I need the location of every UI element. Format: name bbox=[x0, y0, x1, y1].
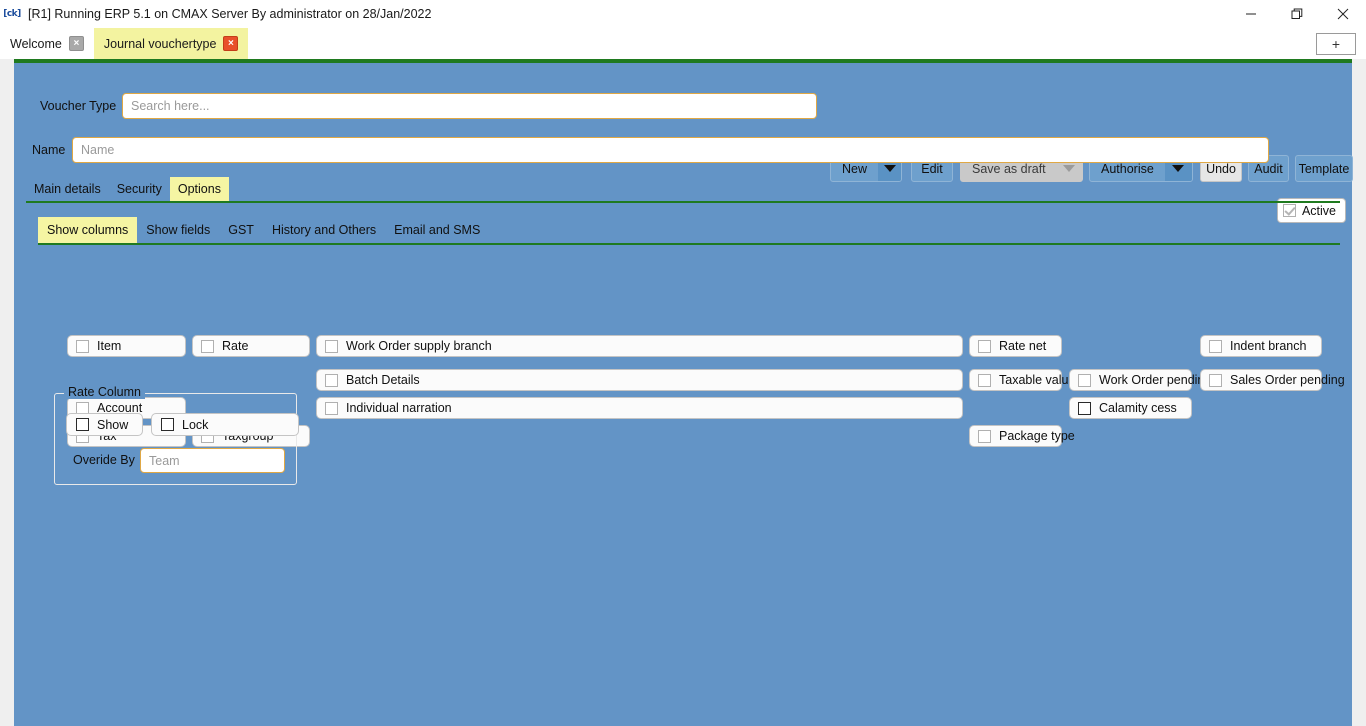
tab-show-fields[interactable]: Show fields bbox=[137, 217, 219, 243]
option-checkbox-label: Package type bbox=[999, 429, 1075, 443]
tab-history-and-others[interactable]: History and Others bbox=[263, 217, 385, 243]
option-checkbox-label: Work Order supply branch bbox=[346, 339, 492, 353]
app-icon: [ck] bbox=[3, 9, 21, 19]
option-checkbox-label: Item bbox=[97, 339, 122, 353]
option-checkbox[interactable]: Indent branch bbox=[1200, 335, 1322, 357]
rate-column-lock-label: Lock bbox=[182, 417, 209, 432]
tab-show-columns[interactable]: Show columns bbox=[38, 217, 138, 243]
checkbox-icon[interactable] bbox=[1078, 373, 1091, 387]
option-checkbox-label: Batch Details bbox=[346, 373, 420, 387]
overide-by-label: Overide By bbox=[73, 453, 135, 467]
tab-options[interactable]: Options bbox=[169, 177, 229, 201]
option-checkbox[interactable]: Item bbox=[67, 335, 186, 357]
checkbox-icon[interactable] bbox=[201, 339, 214, 353]
tab-gst[interactable]: GST bbox=[219, 217, 263, 243]
option-checkbox[interactable]: Sales Order pending bbox=[1200, 369, 1345, 391]
document-tab-label: Welcome bbox=[10, 36, 62, 51]
voucher-type-input[interactable]: Search here... bbox=[122, 93, 817, 119]
checkbox-icon[interactable] bbox=[161, 418, 174, 431]
document-tab-journal-vouchertype[interactable]: Journal vouchertype × bbox=[93, 28, 249, 59]
tab-main-details[interactable]: Main details bbox=[26, 177, 109, 201]
window-title-bar: [ck] [R1] Running ERP 5.1 on CMAX Server… bbox=[0, 0, 1366, 28]
document-tab-welcome[interactable]: Welcome × bbox=[0, 28, 94, 59]
option-checkbox[interactable]: Calamity cess bbox=[1069, 397, 1192, 419]
option-checkbox[interactable]: Individual narration bbox=[316, 397, 963, 419]
option-checkbox[interactable]: Taxable value bbox=[969, 369, 1075, 391]
option-checkbox-label: Indent branch bbox=[1230, 339, 1307, 353]
name-input[interactable]: Name bbox=[72, 137, 1269, 163]
rate-column-group: Rate Column Show Lock Overide By Team bbox=[54, 385, 299, 485]
new-tab-button[interactable]: + bbox=[1316, 33, 1356, 55]
close-tab-icon[interactable]: × bbox=[68, 36, 84, 51]
rate-column-group-title: Rate Column bbox=[64, 385, 145, 399]
main-tab-bar: Main details Security Options bbox=[26, 174, 1340, 203]
name-label: Name bbox=[32, 143, 66, 157]
rate-column-show-checkbox[interactable]: Show bbox=[66, 413, 143, 436]
checkbox-icon[interactable] bbox=[325, 339, 338, 353]
checkbox-icon[interactable] bbox=[76, 418, 89, 431]
checkbox-icon[interactable] bbox=[76, 339, 89, 353]
window-controls bbox=[1228, 0, 1366, 28]
checkbox-icon[interactable] bbox=[1209, 373, 1222, 387]
checkbox-icon[interactable] bbox=[1078, 401, 1091, 415]
document-tab-strip: Welcome × Journal vouchertype × + bbox=[0, 28, 1366, 59]
option-checkbox[interactable]: Work Order pending bbox=[1069, 369, 1211, 391]
option-checkbox-label: Rate net bbox=[999, 339, 1047, 353]
form-panel: Voucher Type Search here... New Edit Sav… bbox=[14, 59, 1353, 726]
option-checkbox[interactable]: Batch Details bbox=[316, 369, 963, 391]
option-checkbox-label: Sales Order pending bbox=[1230, 373, 1345, 387]
sub-tab-bar: Show columns Show fields GST History and… bbox=[38, 215, 1340, 245]
checkbox-icon[interactable] bbox=[978, 429, 991, 443]
option-checkbox[interactable]: Rate bbox=[192, 335, 310, 357]
option-checkbox-label: Rate bbox=[222, 339, 249, 353]
tab-email-and-sms[interactable]: Email and SMS bbox=[385, 217, 489, 243]
maximize-icon[interactable] bbox=[1274, 0, 1320, 28]
option-checkbox[interactable]: Package type bbox=[969, 425, 1075, 447]
option-checkbox[interactable]: Rate net bbox=[969, 335, 1062, 357]
tab-security[interactable]: Security bbox=[109, 177, 170, 201]
option-checkbox-label: Calamity cess bbox=[1099, 401, 1177, 415]
checkbox-icon[interactable] bbox=[325, 373, 338, 387]
minimize-icon[interactable] bbox=[1228, 0, 1274, 28]
option-checkbox-label: Work Order pending bbox=[1099, 373, 1212, 387]
overide-by-select[interactable]: Team bbox=[140, 448, 285, 473]
checkbox-icon[interactable] bbox=[978, 373, 991, 387]
checkbox-icon[interactable] bbox=[325, 401, 338, 415]
checkbox-icon[interactable] bbox=[978, 339, 991, 353]
option-checkbox-label: Taxable value bbox=[999, 373, 1076, 387]
rate-column-show-label: Show bbox=[97, 417, 129, 432]
close-icon[interactable] bbox=[1320, 0, 1366, 28]
checkbox-icon[interactable] bbox=[1209, 339, 1222, 353]
document-tab-label: Journal vouchertype bbox=[103, 36, 217, 51]
option-checkbox-label: Individual narration bbox=[346, 401, 452, 415]
voucher-type-label: Voucher Type bbox=[40, 99, 117, 113]
window-title: [R1] Running ERP 5.1 on CMAX Server By a… bbox=[28, 7, 432, 21]
rate-column-lock-checkbox[interactable]: Lock bbox=[151, 413, 299, 436]
close-tab-icon[interactable]: × bbox=[223, 36, 239, 51]
option-checkbox[interactable]: Work Order supply branch bbox=[316, 335, 963, 357]
